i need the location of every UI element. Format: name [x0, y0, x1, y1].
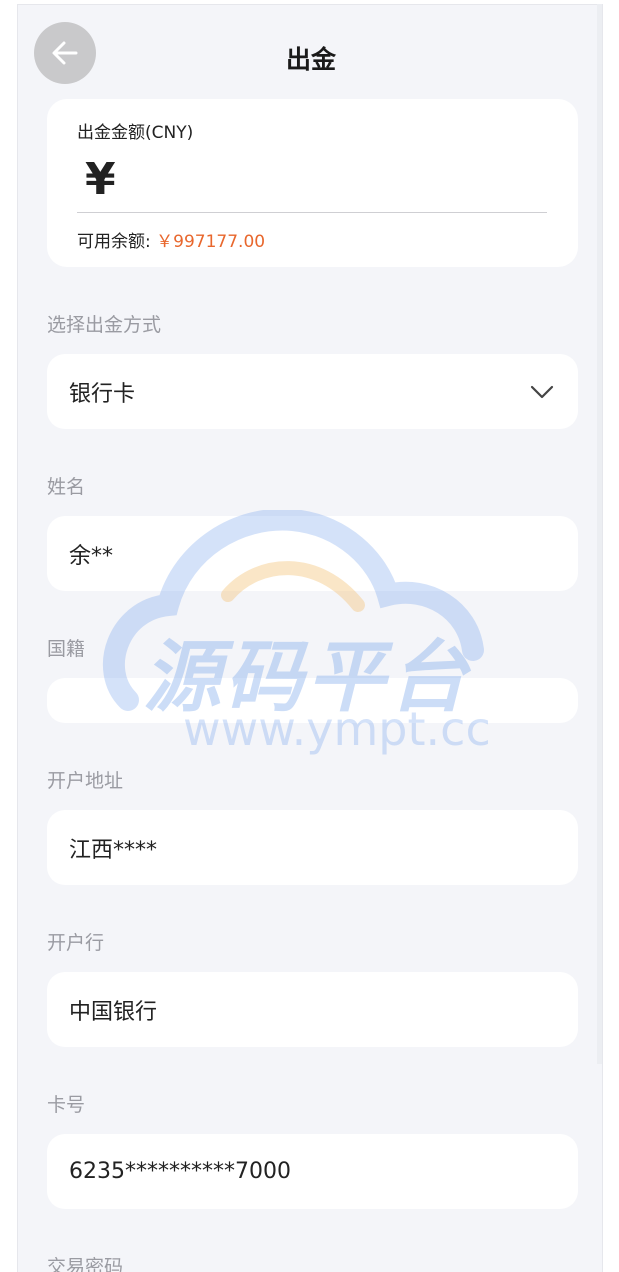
name-value: 余**	[69, 543, 114, 569]
amount-label: 出金金额(CNY)	[77, 123, 194, 143]
page-title: 出金	[285, 45, 336, 74]
method-value: 银行卡	[69, 381, 136, 407]
nationality-label: 国籍	[47, 638, 86, 660]
address-value: 江西****	[69, 837, 158, 863]
method-select[interactable]: 银行卡	[47, 354, 578, 429]
card-number-field[interactable]: 6235**********7000	[47, 1134, 578, 1209]
card-number-value: 6235**********7000	[69, 1159, 291, 1184]
amount-input[interactable]	[129, 162, 510, 197]
balance-value: ￥997177.00	[156, 232, 266, 252]
address-field[interactable]: 江西****	[47, 810, 578, 885]
header: 出金	[18, 5, 602, 101]
card-number-label: 卡号	[47, 1094, 86, 1116]
bank-label: 开户行	[47, 932, 105, 954]
balance-row: 可用余额: ￥997177.00	[77, 227, 265, 252]
amount-card: 出金金额(CNY) ¥ 可用余额: ￥997177.00	[47, 99, 578, 267]
method-label: 选择出金方式	[47, 314, 162, 336]
withdraw-page: 出金 出金金额(CNY) ¥ 可用余额: ￥997177.00 选择出金方式 银…	[17, 4, 603, 1272]
bank-field[interactable]: 中国银行	[47, 972, 578, 1047]
address-label: 开户地址	[47, 770, 124, 792]
chevron-down-icon	[530, 385, 554, 398]
bank-value: 中国银行	[69, 999, 158, 1025]
currency-symbol: ¥	[85, 154, 116, 205]
name-label: 姓名	[47, 476, 86, 498]
amount-input-row[interactable]: ¥	[77, 147, 547, 213]
password-label: 交易密码	[47, 1256, 124, 1272]
nationality-field[interactable]	[47, 678, 578, 723]
name-field[interactable]: 余**	[47, 516, 578, 591]
balance-label: 可用余额:	[77, 232, 151, 252]
scrollbar[interactable]	[597, 4, 602, 1064]
